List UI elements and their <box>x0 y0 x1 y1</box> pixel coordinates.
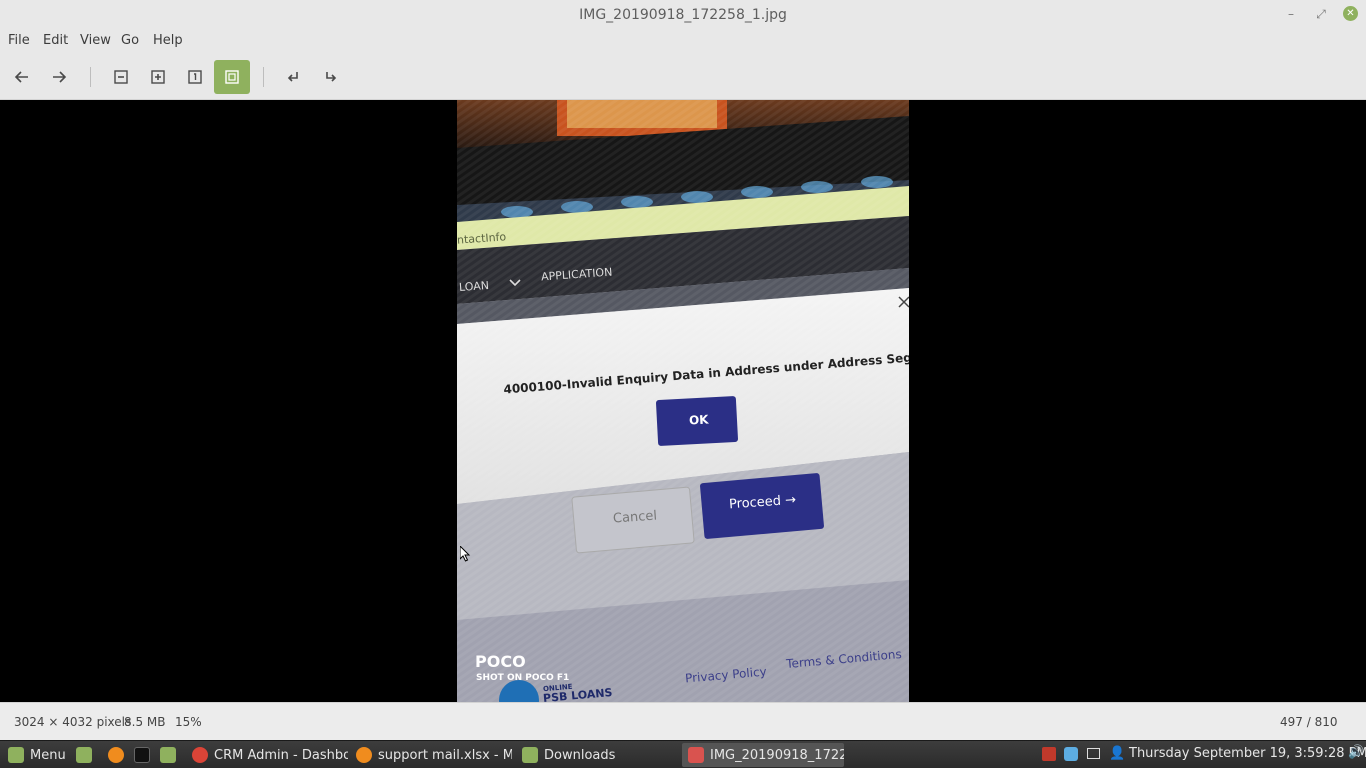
terminal-icon <box>134 747 150 763</box>
nav-loan-label: LOAN <box>458 278 490 295</box>
normal-size-icon[interactable] <box>177 60 213 94</box>
photo: ntactInfo LOAN APPLICATION 4000100-Inval… <box>457 100 909 702</box>
menu-go[interactable]: Go <box>121 33 139 48</box>
minimize-icon[interactable]: – <box>1282 5 1300 23</box>
menu-label: Menu <box>30 747 66 763</box>
firefox-icon <box>108 747 124 763</box>
network-icon[interactable] <box>1064 747 1078 761</box>
firefox-launcher[interactable] <box>102 743 128 767</box>
menu-edit[interactable]: Edit <box>43 33 68 48</box>
task-support-mail[interactable]: support mail.xlsx - M... <box>350 743 512 767</box>
back-arrow-icon[interactable] <box>4 60 40 94</box>
task-crm-admin[interactable]: CRM Admin - Dashbo... <box>186 743 348 767</box>
watermark-subtitle: SHOT ON POCO F1 <box>476 673 570 683</box>
task-label: support mail.xlsx - M... <box>378 747 512 763</box>
cancel-label: Cancel <box>612 508 658 527</box>
task-label: IMG_20190918_1722... <box>710 747 844 763</box>
firefox-icon <box>356 747 372 763</box>
title-bar: IMG_20190918_172258_1.jpg – ⤢ ✕ <box>0 0 1366 30</box>
rotate-left-icon[interactable] <box>275 60 311 94</box>
toolbar-separator <box>263 67 264 87</box>
toolbar-separator <box>90 67 91 87</box>
shield-icon[interactable] <box>1042 747 1056 761</box>
menu-view[interactable]: View <box>80 33 111 48</box>
task-image-viewer[interactable]: IMG_20190918_1722... <box>682 743 844 767</box>
toolbar <box>0 54 1366 100</box>
zoom-in-icon[interactable] <box>140 60 176 94</box>
window-title: IMG_20190918_172258_1.jpg <box>579 7 787 23</box>
best-fit-icon[interactable] <box>214 60 250 94</box>
folder-icon <box>522 747 538 763</box>
menu-help[interactable]: Help <box>153 33 183 48</box>
terminal-launcher[interactable] <box>128 743 154 767</box>
rotate-right-icon[interactable] <box>313 60 349 94</box>
maximize-icon[interactable]: ⤢ <box>1312 5 1330 23</box>
zoom-out-icon[interactable] <box>103 60 139 94</box>
task-label: Downloads <box>544 747 616 763</box>
notifications-icon[interactable] <box>1087 748 1100 759</box>
status-bar: 3024 × 4032 pixels 8.5 MB 15% 497 / 810 <box>0 702 1366 740</box>
dialog-ok-label: OK <box>688 412 709 428</box>
desktop-icon <box>76 747 92 763</box>
file-size: 8.5 MB <box>124 715 166 729</box>
show-desktop-launcher[interactable] <box>70 743 96 767</box>
image-dimensions: 3024 × 4032 pixels <box>14 715 132 729</box>
mouse-cursor-icon <box>460 546 471 562</box>
menu-file[interactable]: File <box>8 33 30 48</box>
close-icon[interactable]: ✕ <box>1343 6 1358 21</box>
clock[interactable]: Thursday September 19, 3:59:28 PM <box>1129 746 1366 761</box>
menu-bar: File Edit View Go Help <box>0 30 1366 54</box>
task-label: CRM Admin - Dashbo... <box>214 747 348 763</box>
files-launcher[interactable] <box>154 743 180 767</box>
task-downloads[interactable]: Downloads <box>516 743 678 767</box>
user-icon[interactable]: 👤 <box>1109 746 1125 761</box>
watermark-title: POCO <box>475 652 526 671</box>
forward-arrow-icon[interactable] <box>41 60 77 94</box>
zoom-level: 15% <box>175 715 202 729</box>
volume-icon[interactable]: 🔊 <box>1348 745 1364 760</box>
mint-logo-icon <box>8 747 24 763</box>
folder-icon <box>160 747 176 763</box>
chrome-icon <box>192 747 208 763</box>
image-position: 497 / 810 <box>1280 715 1338 729</box>
taskbar: Menu CRM Admin - Dashbo... support mail.… <box>0 740 1366 768</box>
start-menu-button[interactable]: Menu <box>2 743 66 767</box>
image-viewer[interactable]: ntactInfo LOAN APPLICATION 4000100-Inval… <box>0 100 1366 702</box>
image-viewer-icon <box>688 747 704 763</box>
